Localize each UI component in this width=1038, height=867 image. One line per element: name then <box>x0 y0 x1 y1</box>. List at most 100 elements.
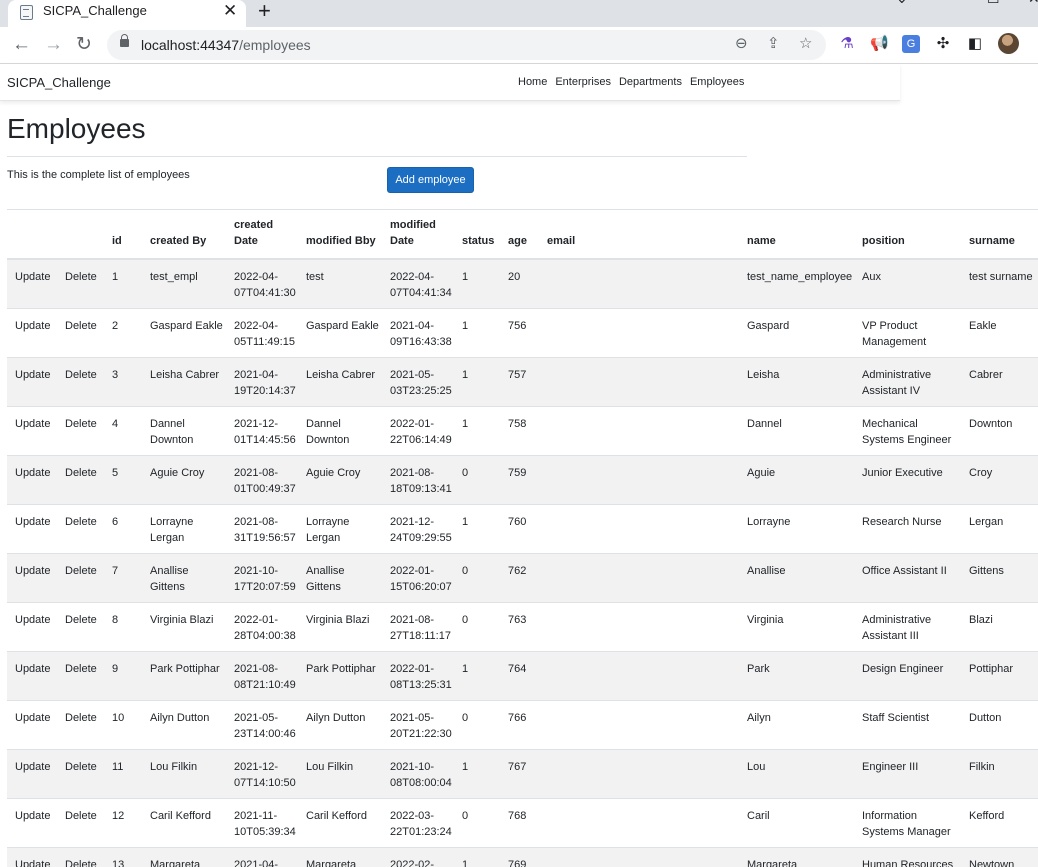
cell-created-by: Lou Filkin <box>150 749 234 799</box>
nav-departments[interactable]: Departments <box>615 76 686 88</box>
cell-created-date: 2021-05-23T14:00:46 <box>234 700 306 750</box>
delete-link[interactable]: Delete <box>65 749 112 799</box>
update-link[interactable]: Update <box>7 455 65 505</box>
cell-status: 1 <box>462 749 508 799</box>
cell-position: Engineer III <box>862 749 969 799</box>
delete-link[interactable]: Delete <box>65 455 112 505</box>
cell-status: 0 <box>462 553 508 603</box>
puzzle-icon[interactable]: ✣ <box>934 35 952 53</box>
cell-age: 766 <box>508 700 547 750</box>
cell-position: Mechanical Systems Engineer <box>862 406 969 456</box>
sidepanel-icon[interactable]: ◧ <box>966 35 984 53</box>
update-link[interactable]: Update <box>7 504 65 554</box>
reload-icon[interactable]: ↻ <box>76 33 92 57</box>
add-employee-button[interactable]: Add employee <box>387 167 474 193</box>
cell-status: 1 <box>462 651 508 701</box>
delete-link[interactable]: Delete <box>65 357 112 407</box>
divider <box>7 156 747 157</box>
update-link[interactable]: Update <box>7 308 65 358</box>
nav-home[interactable]: Home <box>514 76 551 88</box>
cell-modified-date: 2022-04-07T04:41:34 <box>390 259 462 309</box>
cell-modified-date: 2021-05-03T23:25:25 <box>390 357 462 407</box>
cell-age: 757 <box>508 357 547 407</box>
cell-created-by: Lorrayne Lergan <box>150 504 234 554</box>
cell-created-date: 2021-04-19T20:14:37 <box>234 357 306 407</box>
cell-created-date: 2021-08-08T21:10:49 <box>234 651 306 701</box>
col-email: email <box>547 210 747 260</box>
delete-link[interactable]: Delete <box>65 798 112 848</box>
megaphone-icon[interactable]: 📢 <box>870 35 889 53</box>
update-link[interactable]: Update <box>7 651 65 701</box>
cell-email <box>547 700 747 750</box>
close-window-icon[interactable]: ✕ <box>1028 0 1038 7</box>
update-link[interactable]: Update <box>7 553 65 603</box>
brand-link[interactable]: SICPA_Challenge <box>7 75 111 90</box>
cell-modified-date: 2022-01-15T06:20:07 <box>390 553 462 603</box>
cell-created-by: Leisha Cabrer <box>150 357 234 407</box>
col-name: name <box>747 210 862 260</box>
update-link[interactable]: Update <box>7 357 65 407</box>
update-link[interactable]: Update <box>7 847 65 867</box>
cell-status: 1 <box>462 847 508 867</box>
cell-surname: test surname <box>969 259 1038 309</box>
delete-link[interactable]: Delete <box>65 406 112 456</box>
address-bar[interactable]: localhost:44347/employees ⊖ ⇪ ☆ <box>107 30 826 60</box>
cell-surname: Gittens <box>969 553 1038 603</box>
flask-icon[interactable]: ⚗ <box>838 35 856 53</box>
cell-surname: Croy <box>969 455 1038 505</box>
close-icon[interactable]: ✕ <box>223 1 237 21</box>
table-header-row: id created By created Date modified Bby … <box>7 210 1038 260</box>
cell-email <box>547 651 747 701</box>
col-update <box>7 210 65 260</box>
cell-position: Research Nurse <box>862 504 969 554</box>
delete-link[interactable]: Delete <box>65 847 112 867</box>
share-icon[interactable]: ⇪ <box>767 34 780 52</box>
update-link[interactable]: Update <box>7 602 65 652</box>
translate-icon[interactable]: G <box>902 35 920 53</box>
update-link[interactable]: Update <box>7 749 65 799</box>
cell-name: Caril <box>747 798 862 848</box>
cell-name: Margareta <box>747 847 862 867</box>
star-icon[interactable]: ☆ <box>799 34 812 52</box>
update-link[interactable]: Update <box>7 259 65 309</box>
employees-table-container: id created By created Date modified Bby … <box>7 209 1038 867</box>
cell-surname: Kefford <box>969 798 1038 848</box>
cell-created-date: 2022-04-05T11:49:15 <box>234 308 306 358</box>
cell-position: VP Product Management <box>862 308 969 358</box>
cell-position: Administrative Assistant IV <box>862 357 969 407</box>
chevron-down-icon[interactable]: ⌄ <box>896 0 908 7</box>
lock-icon[interactable] <box>120 34 129 47</box>
cell-position: Staff Scientist <box>862 700 969 750</box>
cell-modified-by: Gaspard Eakle <box>306 308 390 358</box>
cell-email <box>547 553 747 603</box>
cell-email <box>547 749 747 799</box>
cell-age: 759 <box>508 455 547 505</box>
zoom-icon[interactable]: ⊖ <box>735 34 748 52</box>
back-arrow-icon[interactable]: ← <box>12 33 31 57</box>
delete-link[interactable]: Delete <box>65 651 112 701</box>
browser-tab[interactable]: SICPA_Challenge ✕ <box>8 0 246 27</box>
maximize-icon[interactable]: ☐ <box>987 0 1000 7</box>
col-created-date: created Date <box>234 210 306 260</box>
avatar[interactable] <box>998 33 1019 54</box>
plus-icon[interactable]: + <box>258 0 271 24</box>
cell-id: 7 <box>112 553 150 603</box>
cell-created-by: Caril Kefford <box>150 798 234 848</box>
update-link[interactable]: Update <box>7 406 65 456</box>
update-link[interactable]: Update <box>7 700 65 750</box>
update-link[interactable]: Update <box>7 798 65 848</box>
delete-link[interactable]: Delete <box>65 700 112 750</box>
nav-enterprises[interactable]: Enterprises <box>551 76 615 88</box>
cell-created-by: Dannel Downton <box>150 406 234 456</box>
forward-arrow-icon[interactable]: → <box>44 33 63 57</box>
delete-link[interactable]: Delete <box>65 602 112 652</box>
delete-link[interactable]: Delete <box>65 259 112 309</box>
cell-position: Administrative Assistant III <box>862 602 969 652</box>
cell-name: Anallise <box>747 553 862 603</box>
delete-link[interactable]: Delete <box>65 504 112 554</box>
delete-link[interactable]: Delete <box>65 553 112 603</box>
nav-employees[interactable]: Employees <box>686 76 748 88</box>
cell-modified-date: 2021-04-09T16:43:38 <box>390 308 462 358</box>
delete-link[interactable]: Delete <box>65 308 112 358</box>
url-text[interactable]: localhost:44347/employees <box>141 37 311 53</box>
